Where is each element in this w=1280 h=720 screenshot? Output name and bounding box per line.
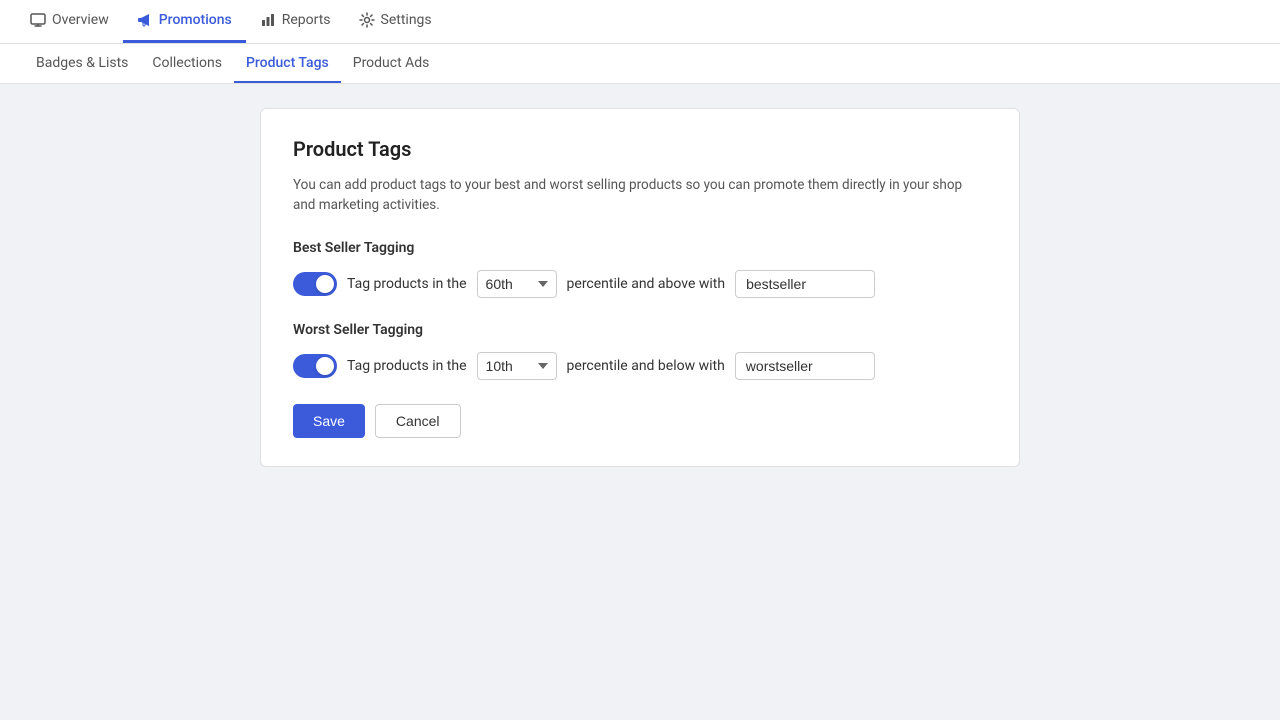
nav-overview[interactable]: Overview [16,0,123,43]
button-row: Save Cancel [293,404,987,438]
best-seller-toggle-thumb [316,275,334,293]
best-seller-row: Tag products in the 60th 70th 80th 90th … [293,270,987,298]
best-seller-section: Best Seller Tagging Tag products in the … [293,240,987,298]
subnav-collections-label: Collections [152,55,222,71]
nav-settings-label: Settings [381,12,432,28]
worst-seller-toggle-track [293,354,337,378]
worst-seller-section: Worst Seller Tagging Tag products in the… [293,322,987,380]
worst-seller-toggle[interactable] [293,354,337,378]
nav-reports-label: Reports [282,12,331,28]
nav-promotions[interactable]: Promotions [123,0,246,43]
nav-reports[interactable]: Reports [246,0,345,43]
nav-overview-label: Overview [52,12,109,28]
worst-seller-row: Tag products in the 10th 20th 5th 15th p… [293,352,987,380]
page-content: Product Tags You can add product tags to… [0,84,1280,491]
card-title: Product Tags [293,137,987,161]
best-seller-toggle[interactable] [293,272,337,296]
cancel-button[interactable]: Cancel [375,404,461,438]
subnav-collections[interactable]: Collections [140,44,234,83]
subnav-badges-lists[interactable]: Badges & Lists [24,44,140,83]
best-seller-toggle-track [293,272,337,296]
megaphone-icon [137,12,153,28]
nav-promotions-label: Promotions [159,12,232,28]
worst-seller-title: Worst Seller Tagging [293,322,987,338]
subnav-product-ads[interactable]: Product Ads [341,44,442,83]
worst-seller-text1: Tag products in the [347,358,467,374]
save-button[interactable]: Save [293,404,365,438]
worst-seller-percentile-select[interactable]: 10th 20th 5th 15th [477,352,557,380]
worst-seller-toggle-thumb [316,357,334,375]
monitor-icon [30,12,46,28]
best-seller-text2: percentile and above with [567,276,726,292]
best-seller-tag-input[interactable] [735,270,875,298]
worst-seller-text2: percentile and below with [567,358,725,374]
subnav-product-tags-label: Product Tags [246,55,329,71]
sub-nav: Badges & Lists Collections Product Tags … [0,44,1280,84]
gear-icon [359,12,375,28]
top-nav: Overview Promotions Reports [0,0,1280,44]
best-seller-title: Best Seller Tagging [293,240,987,256]
worst-seller-tag-input[interactable] [735,352,875,380]
subnav-product-tags[interactable]: Product Tags [234,44,341,83]
best-seller-percentile-select[interactable]: 60th 70th 80th 90th 50th 40th 30th [477,270,557,298]
subnav-product-ads-label: Product Ads [353,55,430,71]
nav-settings[interactable]: Settings [345,0,446,43]
subnav-badges-lists-label: Badges & Lists [36,55,128,71]
card-description: You can add product tags to your best an… [293,175,987,216]
bar-chart-icon [260,12,276,28]
product-tags-card: Product Tags You can add product tags to… [260,108,1020,467]
best-seller-text1: Tag products in the [347,276,467,292]
